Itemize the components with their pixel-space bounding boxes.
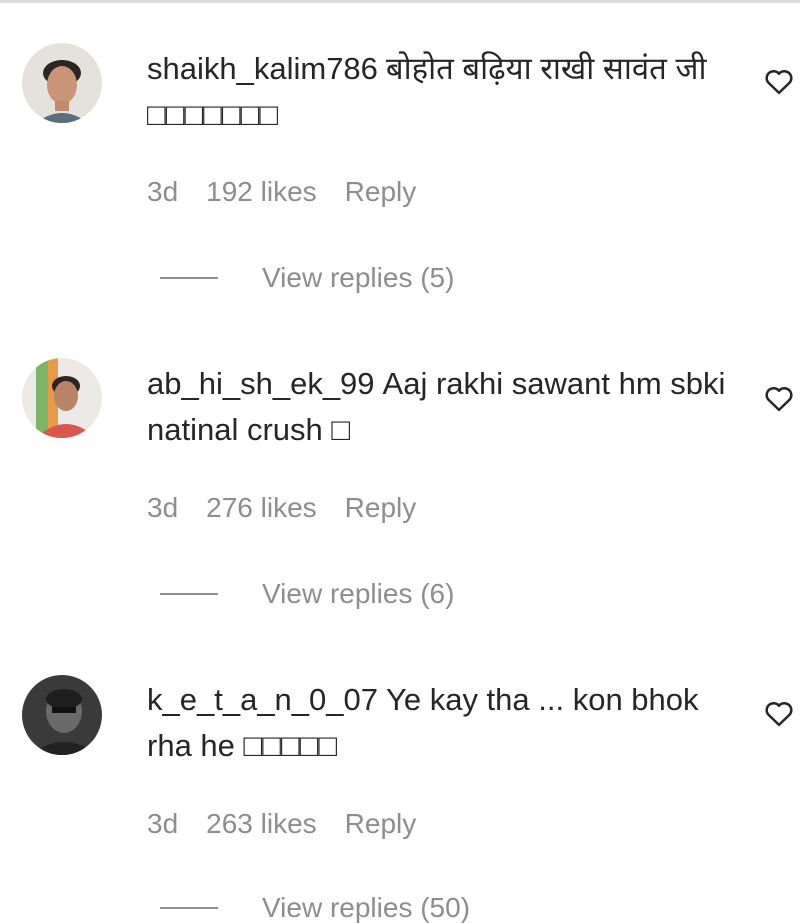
view-replies-label[interactable]: View replies (6) [262,578,454,610]
view-replies-button[interactable]: View replies (50) [160,892,470,923]
comment-likes[interactable]: 263 likes [206,808,317,839]
reply-button[interactable]: Reply [345,492,417,523]
view-replies-button[interactable]: View replies (6) [160,578,454,610]
heart-outline-icon[interactable] [764,699,794,727]
reply-button[interactable]: Reply [345,808,417,839]
replies-divider [160,277,218,279]
replies-divider [160,593,218,595]
comment-username[interactable]: shaikh_kalim786 [147,51,378,86]
avatar[interactable] [22,43,102,123]
avatar[interactable] [22,675,102,755]
comment-text: ab_hi_sh_ek_99 Aaj rakhi sawant hm sbki n… [147,361,737,453]
comment-meta: 3d 263 likes Reply [147,808,416,840]
comment-age: 3d [147,176,179,207]
comment-meta: 3d 276 likes Reply [147,492,416,524]
comment-likes[interactable]: 192 likes [206,176,317,207]
view-replies-label[interactable]: View replies (5) [262,262,454,294]
view-replies-button[interactable]: View replies (5) [160,262,454,294]
comment-meta: 3d 192 likes Reply [147,176,416,208]
comment-text: k_e_t_a_n_0_07 Ye kay tha ... kon bhok rh… [147,677,737,769]
heart-outline-icon[interactable] [764,67,794,95]
heart-outline-icon[interactable] [764,384,794,412]
view-replies-label[interactable]: View replies (50) [262,892,470,923]
comment-age: 3d [147,492,179,523]
avatar[interactable] [22,358,102,438]
replies-divider [160,907,218,909]
comment-username[interactable]: ab_hi_sh_ek_99 [147,366,375,401]
comment-username[interactable]: k_e_t_a_n_0_07 [147,682,378,717]
comment-age: 3d [147,808,179,839]
reply-button[interactable]: Reply [345,176,417,207]
comment-likes[interactable]: 276 likes [206,492,317,523]
comment-text: shaikh_kalim786 बोहोत बढ़िया राखी सावंत ज… [147,46,737,138]
top-divider [0,0,800,3]
